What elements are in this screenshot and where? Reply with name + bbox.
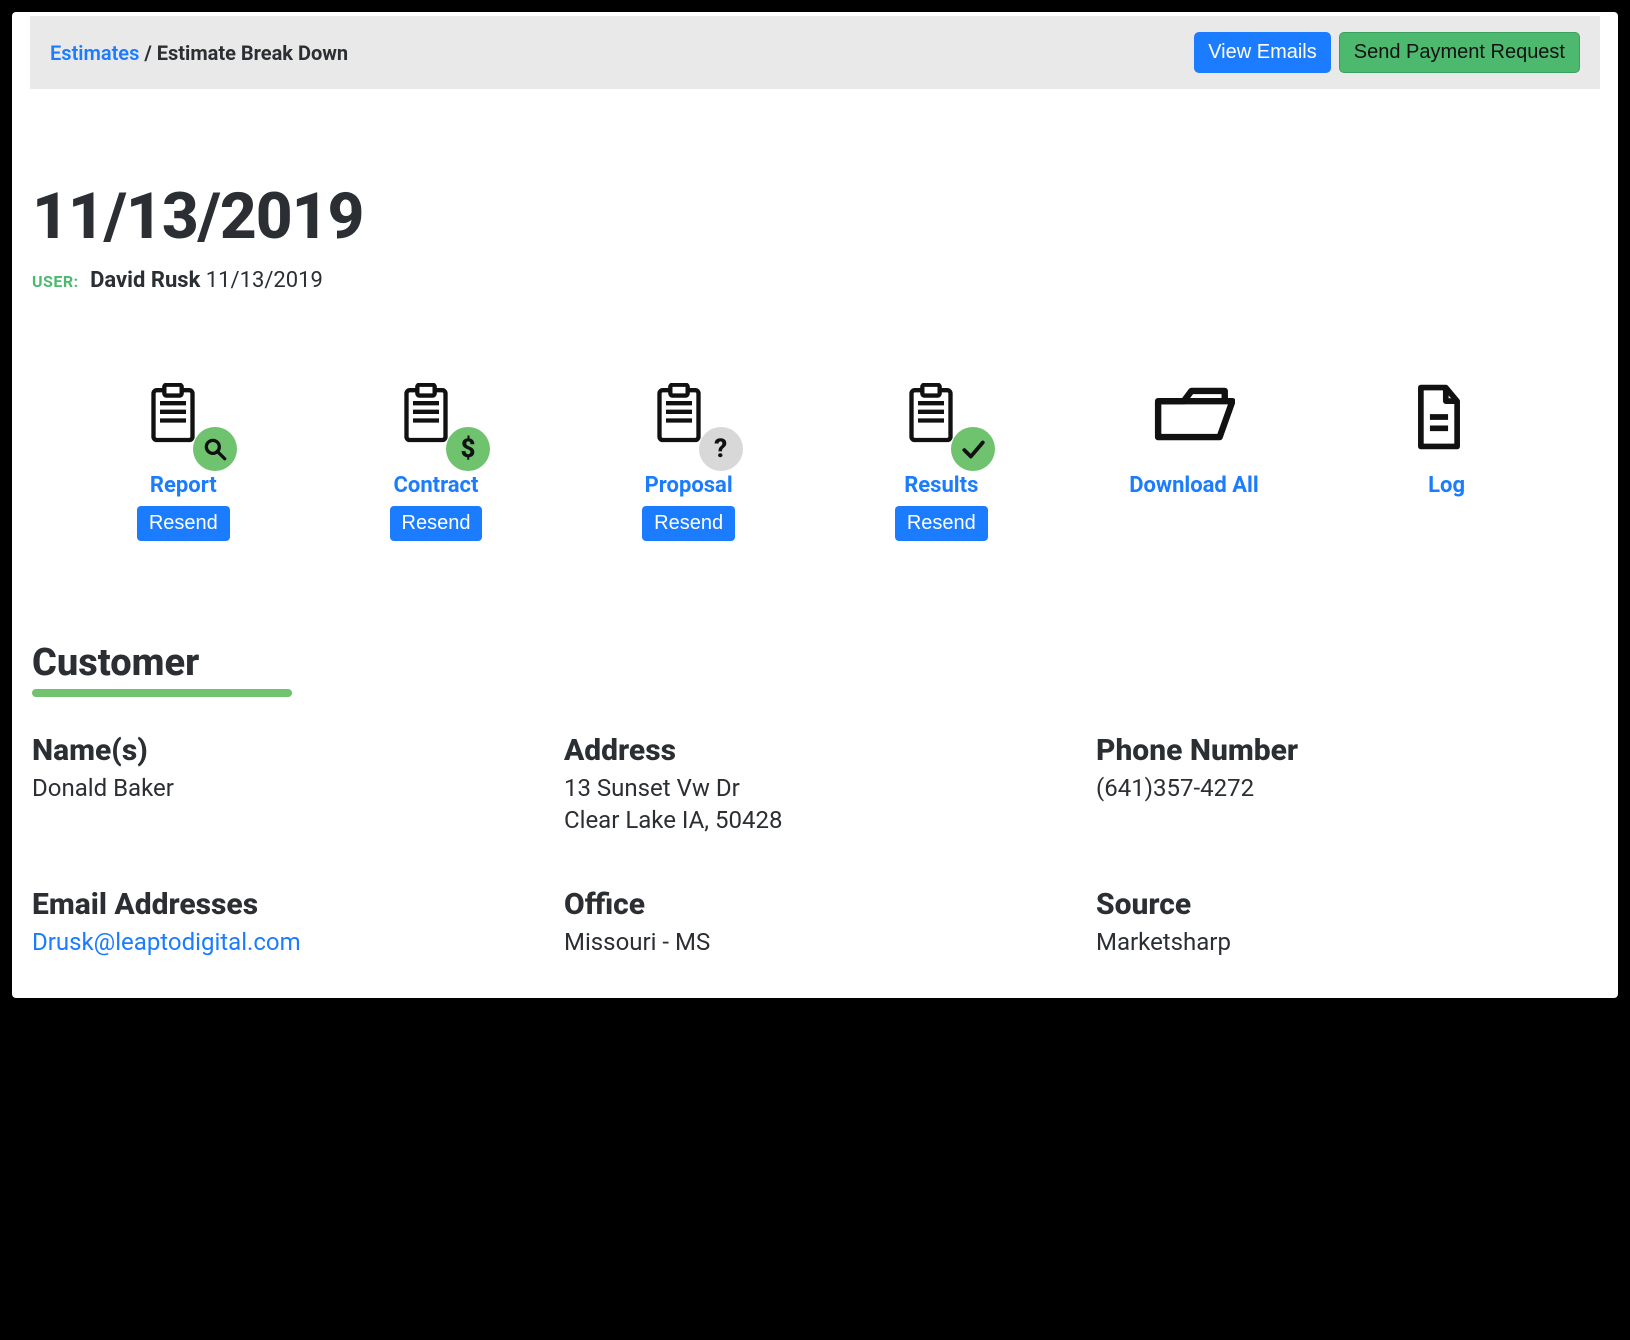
- resend-report-button[interactable]: Resend: [137, 506, 230, 541]
- customer-source-label: Source: [1096, 887, 1598, 922]
- user-label: USER:: [32, 272, 79, 291]
- dollar-badge-icon: $: [446, 427, 490, 471]
- view-emails-button[interactable]: View Emails: [1194, 32, 1331, 73]
- folder-open-icon[interactable]: [1153, 383, 1235, 465]
- user-date: 11/13/2019: [206, 268, 323, 293]
- customer-section-title: Customer: [32, 641, 1598, 685]
- section-underline: [32, 689, 292, 697]
- doc-item-log: Log: [1377, 383, 1517, 498]
- customer-office-label: Office: [564, 887, 1066, 922]
- customer-phone-block: Phone Number (641)357-4272: [1096, 733, 1598, 837]
- doc-item-report: Report Resend: [113, 383, 253, 541]
- doc-item-download-all: Download All: [1124, 383, 1264, 498]
- doc-item-results: Results Resend: [871, 383, 1011, 541]
- send-payment-request-button[interactable]: Send Payment Request: [1339, 32, 1580, 73]
- resend-contract-button[interactable]: Resend: [390, 506, 483, 541]
- doc-label-contract[interactable]: Contract: [394, 473, 479, 498]
- customer-address-label: Address: [564, 733, 1066, 768]
- doc-label-report[interactable]: Report: [150, 473, 217, 498]
- magnify-badge-icon: [193, 427, 237, 471]
- user-line: USER: David Rusk 11/13/2019: [32, 268, 1598, 293]
- customer-office-value: Missouri - MS: [564, 926, 1066, 958]
- customer-info-grid: Name(s) Donald Baker Address 13 Sunset V…: [32, 733, 1598, 958]
- doc-label-download-all[interactable]: Download All: [1129, 473, 1259, 498]
- breadcrumb-root-link[interactable]: Estimates: [50, 41, 139, 65]
- customer-office-block: Office Missouri - MS: [564, 887, 1066, 958]
- clipboard-proposal-icon[interactable]: ?: [653, 383, 725, 465]
- clipboard-report-icon[interactable]: [147, 383, 219, 465]
- documents-row: Report Resend $ Contract Resend: [32, 383, 1598, 541]
- customer-address-block: Address 13 Sunset Vw Dr Clear Lake IA, 5…: [564, 733, 1066, 837]
- breadcrumb: Estimates / Estimate Break Down: [50, 41, 348, 65]
- clipboard-results-icon[interactable]: [905, 383, 977, 465]
- customer-address-line1: 13 Sunset Vw Dr: [564, 772, 1066, 804]
- resend-results-button[interactable]: Resend: [895, 506, 988, 541]
- clipboard-contract-icon[interactable]: $: [400, 383, 472, 465]
- customer-source-block: Source Marketsharp: [1096, 887, 1598, 958]
- doc-item-proposal: ? Proposal Resend: [619, 383, 759, 541]
- doc-label-results[interactable]: Results: [904, 473, 978, 498]
- check-badge-icon: [951, 427, 995, 471]
- doc-label-proposal[interactable]: Proposal: [645, 473, 733, 498]
- customer-phone-label: Phone Number: [1096, 733, 1598, 768]
- customer-email-label: Email Addresses: [32, 887, 534, 922]
- customer-address-line2: Clear Lake IA, 50428: [564, 804, 1066, 836]
- page-title-date: 11/13/2019: [32, 179, 1598, 254]
- doc-label-log[interactable]: Log: [1428, 473, 1465, 498]
- resend-proposal-button[interactable]: Resend: [642, 506, 735, 541]
- top-actions: View Emails Send Payment Request: [1194, 32, 1580, 73]
- question-badge-icon: ?: [699, 427, 743, 471]
- customer-source-value: Marketsharp: [1096, 926, 1598, 958]
- top-bar: Estimates / Estimate Break Down View Ema…: [30, 16, 1600, 89]
- customer-email-value[interactable]: Drusk@leaptodigital.com: [32, 926, 534, 958]
- doc-item-contract: $ Contract Resend: [366, 383, 506, 541]
- breadcrumb-sep: /: [139, 41, 156, 65]
- customer-name-value: Donald Baker: [32, 772, 534, 804]
- customer-email-block: Email Addresses Drusk@leaptodigital.com: [32, 887, 534, 958]
- user-name: David Rusk: [90, 268, 200, 293]
- customer-name-block: Name(s) Donald Baker: [32, 733, 534, 837]
- customer-phone-value: (641)357-4272: [1096, 772, 1598, 804]
- breadcrumb-current: Estimate Break Down: [157, 41, 348, 65]
- customer-name-label: Name(s): [32, 733, 534, 768]
- document-log-icon[interactable]: [1411, 383, 1483, 465]
